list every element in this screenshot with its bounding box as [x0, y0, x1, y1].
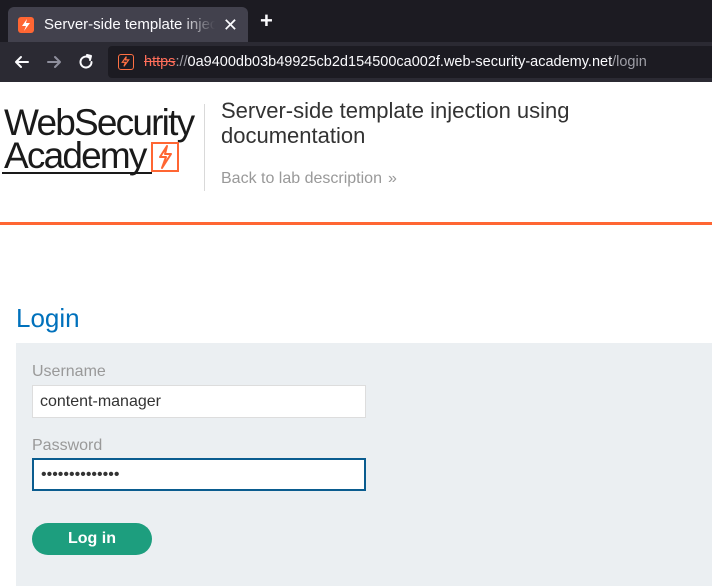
lightning-bolt-icon [18, 16, 34, 33]
password-input[interactable]: •••••••••••••• [32, 458, 366, 491]
close-icon[interactable]: ✕ [223, 16, 238, 34]
new-tab-button[interactable]: + [260, 10, 273, 32]
lightning-bolt-icon [149, 140, 181, 174]
web-security-academy-logo[interactable]: WebSecurity Academy [2, 104, 202, 176]
url-path: /login [612, 54, 647, 70]
browser-nav-bar: https://0a9400db03b49925cb2d154500ca002f… [0, 42, 712, 82]
arrow-right-icon[interactable] [44, 52, 64, 72]
back-link-label: Back to lab description [221, 170, 382, 187]
login-button[interactable]: Log in [32, 523, 152, 555]
address-bar[interactable]: https://0a9400db03b49925cb2d154500ca002f… [108, 46, 712, 78]
header-divider [204, 104, 205, 191]
back-to-lab-description-link[interactable]: Back to lab description » [221, 170, 397, 188]
browser-tab-bar: Server-side template injection using doc… [0, 0, 712, 42]
lab-header: WebSecurity Academy Server-side template… [0, 82, 712, 225]
login-heading: Login [16, 303, 80, 333]
double-chevron-right-icon: » [387, 170, 397, 187]
url-host: 0a9400db03b49925cb2d154500ca002f.web-sec… [187, 54, 613, 70]
login-form: Username content-manager Password ••••••… [16, 343, 712, 586]
logo-underline [2, 172, 152, 174]
reload-icon[interactable] [76, 52, 96, 72]
lab-title: Server-side template injection using doc… [221, 98, 570, 148]
password-label: Password [32, 437, 103, 454]
url-separator: :// [175, 54, 188, 70]
browser-tab-active[interactable]: Server-side template injection using doc… [8, 7, 248, 42]
username-input[interactable]: content-manager [32, 385, 366, 418]
url-scheme: https [144, 54, 176, 70]
url-text: https://0a9400db03b49925cb2d154500ca002f… [144, 54, 647, 70]
page-content: WebSecurity Academy Server-side template… [0, 82, 712, 586]
tab-title: Server-side template injection using doc… [44, 16, 215, 33]
lightning-bolt-icon[interactable] [118, 54, 134, 70]
logo-text-line2: Academy [4, 135, 147, 176]
username-label: Username [32, 363, 106, 380]
arrow-left-icon[interactable] [12, 52, 32, 72]
